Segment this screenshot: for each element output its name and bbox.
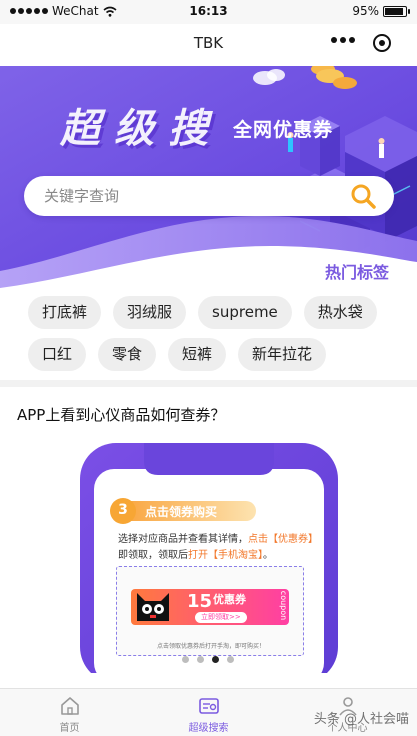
- home-icon: [60, 697, 79, 715]
- watermark-text: 头条 @人社会喵: [313, 712, 409, 727]
- hot-tag[interactable]: 打底裤: [28, 296, 102, 329]
- search-input[interactable]: [44, 176, 344, 216]
- pager-dot[interactable]: [197, 656, 204, 663]
- pager-dot[interactable]: [182, 656, 189, 663]
- section-divider: [0, 380, 417, 387]
- search-bar: [24, 176, 394, 216]
- status-bar: WeChat 16:13 95%: [0, 0, 417, 24]
- step-text: 选择对应商品并查看其详情，: [118, 534, 248, 545]
- step-description-line2: 即领取，领取后打开【手机淘宝】。: [118, 546, 273, 561]
- coupon-amount: 15: [187, 591, 213, 612]
- tab-super-search[interactable]: 超级搜索: [139, 689, 278, 736]
- battery-icon: [383, 5, 410, 17]
- hot-tag[interactable]: 羽绒服: [113, 296, 187, 329]
- step-text: 。: [263, 550, 273, 561]
- step-number: 3: [118, 502, 128, 518]
- tmall-cat-icon: [137, 593, 169, 621]
- guide-question: APP上看到心仪商品如何查券？: [17, 406, 226, 424]
- hot-tag[interactable]: 热水袋: [303, 296, 377, 329]
- hot-tag[interactable]: 零食: [98, 338, 157, 371]
- step-highlight: 点击【优惠券】: [248, 534, 318, 545]
- coupon-footer-note: 点击领取优惠券后打开手淘，即可购买！: [156, 643, 265, 650]
- search-icon[interactable]: [350, 183, 376, 209]
- hot-tags-title: 热门标签: [324, 263, 389, 282]
- coupon-claim-button: 立即领取>>: [195, 612, 247, 623]
- step-title: 点击领券购买: [145, 505, 218, 519]
- tab-home[interactable]: 首页: [0, 689, 139, 736]
- search-card-icon: [198, 698, 219, 714]
- pager-dot-active[interactable]: [212, 656, 219, 663]
- coupon-side-label: coupon: [279, 590, 289, 621]
- hot-tag[interactable]: 短裤: [168, 338, 227, 371]
- more-menu-icon[interactable]: [331, 37, 355, 43]
- tab-label: 超级搜索: [188, 723, 229, 734]
- coupon-label: 优惠券: [213, 593, 246, 606]
- nav-bar: TBK: [0, 24, 417, 66]
- tab-label: 首页: [59, 723, 80, 734]
- battery-percent: 95%: [352, 4, 379, 18]
- close-miniprogram-icon[interactable]: [373, 34, 391, 52]
- banner-title: 超级搜: [60, 106, 222, 152]
- step-text: 即领取，领取后: [118, 550, 188, 561]
- banner-subtitle: 全网优惠券: [233, 119, 334, 141]
- step-highlight: 打开【手机淘宝】: [188, 550, 263, 561]
- hot-tag[interactable]: 口红: [28, 338, 87, 371]
- carousel-pager: [182, 656, 234, 663]
- status-right: 95%: [352, 4, 410, 18]
- hot-tag[interactable]: supreme: [198, 296, 292, 329]
- step-description-line1: 选择对应商品并查看其详情，点击【优惠券】: [118, 530, 318, 545]
- pager-dot[interactable]: [227, 656, 234, 663]
- coupon-card: 15 优惠券 立即领取>> coupon 点击领取优惠券后打开手淘，即可购买！: [116, 566, 304, 656]
- hot-tag[interactable]: 新年拉花: [238, 338, 327, 371]
- hot-tags-list: 打底裤 羽绒服 supreme 热水袋 口红 零食 短裤 新年拉花: [28, 296, 398, 371]
